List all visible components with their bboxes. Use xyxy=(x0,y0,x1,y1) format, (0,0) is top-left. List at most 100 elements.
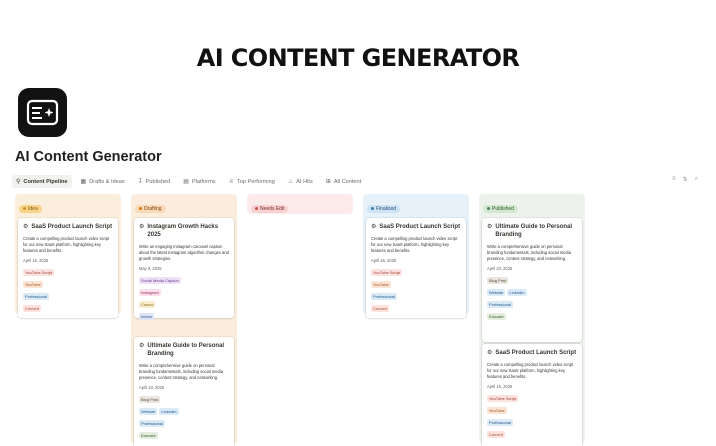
card-title-text: SaaS Product Launch Script xyxy=(31,224,113,230)
tab-label: Platforms xyxy=(191,178,216,185)
card-description: Write a comprehensive guide on personal … xyxy=(139,363,223,380)
flame-icon: ♨ xyxy=(287,178,294,185)
status-label: Idea xyxy=(28,205,38,212)
column-header: Finalized xyxy=(363,194,469,213)
card-title[interactable]: ⚙ SaaS Product Launch Script xyxy=(487,349,577,357)
search-icon[interactable]: ⌕ xyxy=(695,176,698,183)
status-badge[interactable]: Needs Edit xyxy=(251,204,289,213)
tag-chip[interactable]: Educate xyxy=(139,432,158,439)
tag-row: Convert xyxy=(23,305,113,312)
tag-chip[interactable]: Professional xyxy=(139,420,166,427)
board-column: Published ⚙ Ultimate Guide to Personal Bra… xyxy=(479,194,585,446)
tag-chip[interactable]: Instagram xyxy=(139,289,161,296)
card-title[interactable]: ⚙ Instagram Growth Hacks 2025 xyxy=(139,223,229,239)
tag-chip[interactable]: Professional xyxy=(23,293,50,300)
tag-chip[interactable]: Blog Post xyxy=(487,277,509,284)
board-column: Drafting ⚙ Instagram Growth Hacks 2025 Writ… xyxy=(131,194,237,446)
tag-row: Website LinkedIn xyxy=(487,289,577,296)
card-title[interactable]: ⚙ SaaS Product Launch Script xyxy=(371,223,461,231)
tab-drafts-ideas[interactable]: ▦ Drafts & Ideas xyxy=(77,175,129,188)
filter-icon[interactable]: ≡ xyxy=(672,176,676,183)
tag-chip[interactable]: YouTube xyxy=(487,407,507,414)
board-column: Idea ⚙ SaaS Product Launch Script Create a … xyxy=(15,194,121,318)
sort-icon[interactable]: ⇅ xyxy=(683,176,688,183)
tab-label: Drafts & Ideas xyxy=(89,178,125,185)
tab-label: Published xyxy=(145,178,171,185)
status-badge[interactable]: Finalized xyxy=(367,204,401,213)
tag-row: Social Media Caption xyxy=(139,277,229,284)
tag-chip[interactable]: Casual xyxy=(139,301,156,308)
status-badge[interactable]: Drafting xyxy=(135,204,166,213)
tag-chip[interactable]: YouTube Script xyxy=(487,395,519,402)
content-card[interactable]: ⚙ SaaS Product Launch Script Create a comp… xyxy=(366,218,466,318)
board-column: Finalized ⚙ SaaS Product Launch Script Crea… xyxy=(363,194,469,318)
tag-chip[interactable]: Professional xyxy=(487,419,514,426)
tab-published[interactable]: ↧ Published xyxy=(134,175,175,188)
status-badge[interactable]: Published xyxy=(483,204,518,213)
card-date: May 8, 2025 xyxy=(139,266,162,271)
card-title-text: SaaS Product Launch Script xyxy=(495,350,577,356)
content-card[interactable]: ⚙ Ultimate Guide to Personal Branding Writ… xyxy=(482,218,582,342)
card-title[interactable]: ⚙ SaaS Product Launch Script xyxy=(23,223,113,231)
card-title[interactable]: ⚙ Ultimate Guide to Personal Branding xyxy=(487,223,577,239)
status-label: Drafting xyxy=(144,205,162,212)
card-title-text: Ultimate Guide to Personal Branding xyxy=(495,224,573,238)
tag-row: YouTube xyxy=(371,281,461,288)
content-card[interactable]: ⚙ Instagram Growth Hacks 2025 Write an eng… xyxy=(134,218,234,320)
tag-chip[interactable]: YouTube xyxy=(23,281,43,288)
status-dot-icon xyxy=(371,207,374,210)
tag-row: Casual xyxy=(139,301,229,308)
card-description: Create a compelling product launch video… xyxy=(23,236,110,253)
content-card[interactable]: ⚙ Ultimate Guide to Personal Branding Writ… xyxy=(134,337,234,446)
column-header: Drafting xyxy=(131,194,237,213)
card-description: Write a comprehensive guide on personal … xyxy=(487,244,571,261)
tag-chip[interactable]: Educate xyxy=(487,313,506,320)
tag-chip[interactable]: YouTube Script xyxy=(23,269,55,276)
status-dot-icon xyxy=(255,207,258,210)
tag-row: Convert xyxy=(371,305,461,312)
tag-chip[interactable]: Convert xyxy=(371,305,390,312)
tab-label: Top Performing xyxy=(236,178,275,185)
tag-chip[interactable]: Blog Post xyxy=(139,396,161,403)
tag-row: YouTube Script xyxy=(23,269,113,276)
tag-chip[interactable]: LinkedIn xyxy=(507,289,527,296)
column-header: Idea xyxy=(15,194,121,213)
table-icon: ▤ xyxy=(183,178,189,185)
view-toolbar: ≡ ⇅ ⌕ xyxy=(665,176,698,183)
tag-row: Professional xyxy=(23,293,113,300)
tab-ai-hits[interactable]: ♨ AI Hits xyxy=(284,175,317,188)
tag-chip[interactable]: Social Media Caption xyxy=(139,277,181,284)
tag-row: Convert xyxy=(487,431,577,438)
tag-chip[interactable]: Professional xyxy=(487,301,514,308)
tag-chip[interactable]: LinkedIn xyxy=(159,408,179,415)
tag-chip[interactable]: Website xyxy=(139,408,158,415)
status-badge[interactable]: Idea xyxy=(19,204,42,213)
tag-row: Professional xyxy=(371,293,461,300)
tag-chip[interactable]: Inform xyxy=(139,313,155,320)
tab-all-content[interactable]: ⊞ All Content xyxy=(322,175,365,188)
pipeline-icon: ⚲ xyxy=(16,178,21,185)
tag-chip[interactable]: Professional xyxy=(371,293,398,300)
tab-top-performing[interactable]: ♕ Top Performing xyxy=(225,175,279,188)
card-title[interactable]: ⚙ Ultimate Guide to Personal Branding xyxy=(139,342,229,358)
status-dot-icon xyxy=(23,207,26,210)
content-card[interactable]: ⚙ SaaS Product Launch Script Create a comp… xyxy=(18,218,118,318)
trophy-icon: ♕ xyxy=(228,178,234,185)
view-tabs: ⚲ Content Pipeline ▦ Drafts & Ideas ↧ Publi… xyxy=(12,175,370,188)
tab-content-pipeline[interactable]: ⚲ Content Pipeline xyxy=(12,175,72,188)
tab-platforms[interactable]: ▤ Platforms xyxy=(179,175,219,188)
tag-chip[interactable]: YouTube Script xyxy=(371,269,403,276)
tag-chip[interactable]: Convert xyxy=(23,305,42,312)
column-header: Published xyxy=(479,194,585,213)
tag-row: Educate xyxy=(139,432,229,439)
status-dot-icon xyxy=(139,207,142,210)
tag-row: Blog Post xyxy=(139,396,229,403)
tag-chip[interactable]: YouTube xyxy=(371,281,391,288)
tag-chip[interactable]: Website xyxy=(487,289,506,296)
content-card[interactable]: ⚙ SaaS Product Launch Script Create a comp… xyxy=(482,344,582,446)
banner-title: AI CONTENT GENERATOR xyxy=(196,44,520,72)
page-icon: ⚙ xyxy=(487,350,493,356)
tab-label: AI Hits xyxy=(296,178,313,185)
card-title-text: SaaS Product Launch Script xyxy=(379,224,461,230)
tag-chip[interactable]: Convert xyxy=(487,431,506,438)
